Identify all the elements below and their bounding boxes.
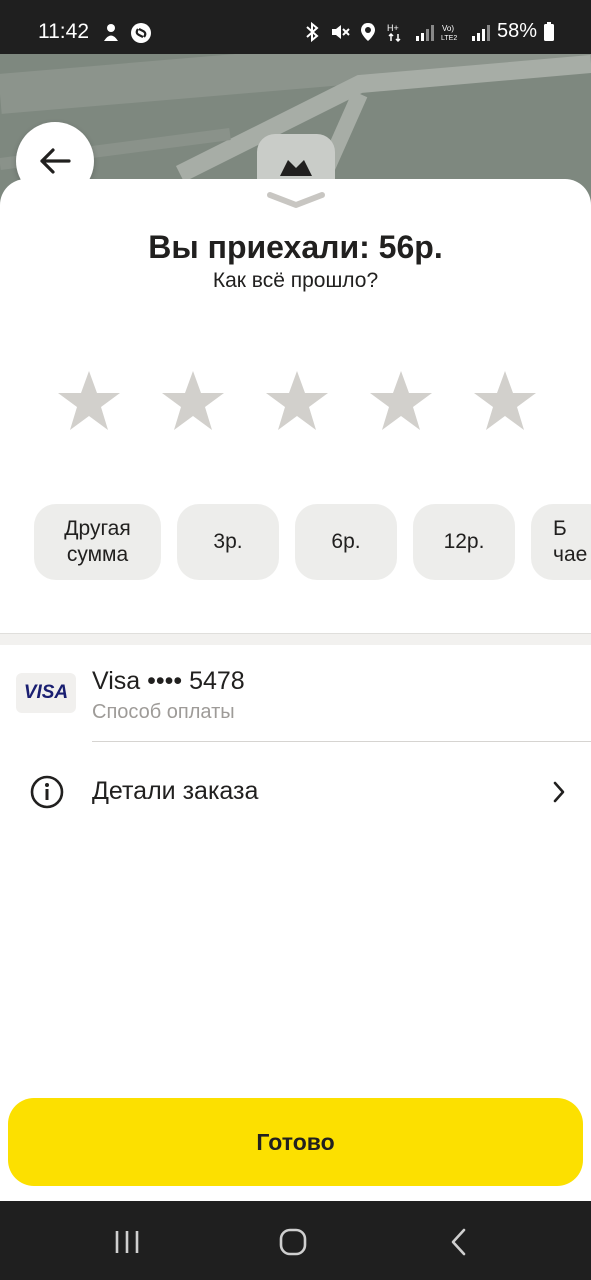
signal-icon	[471, 24, 490, 41]
volte-icon: Vo) LTE2	[441, 24, 457, 42]
order-details-label: Детали заказа	[92, 777, 259, 805]
signal-icon	[415, 24, 434, 41]
order-details-row[interactable]: Детали заказа	[0, 755, 591, 829]
notification-icon	[104, 24, 118, 41]
trip-subtitle: Как всё прошло?	[212, 269, 379, 292]
done-button[interactable]: Готово	[8, 1098, 583, 1186]
tip-chip-no-tip[interactable]: Б чае	[531, 504, 591, 580]
tip-chip-3[interactable]: 3р.	[177, 504, 279, 580]
system-nav-bar	[0, 1201, 591, 1280]
payment-card-title: Visa •••• 5478	[92, 667, 245, 695]
chevron-right-icon	[553, 781, 565, 803]
trip-completed-sheet: Вы приехали: 56р. Как всё прошло? Другая…	[0, 179, 591, 633]
shazam-icon	[131, 23, 151, 43]
star-icon[interactable]	[265, 369, 329, 433]
status-left-icons	[100, 22, 152, 44]
tip-chip-other-amount[interactable]: Другая сумма	[34, 504, 161, 580]
divider	[92, 741, 591, 742]
arrow-left-icon	[40, 148, 71, 174]
payment-method-row[interactable]: VISA Visa •••• 5478 Способ оплаты	[0, 659, 591, 743]
card-brand-label: VISA	[23, 682, 69, 703]
battery-percent: 58%	[496, 20, 537, 42]
tip-chips: Другая сумма 3р. 6р. 12р. Б чае	[34, 504, 591, 580]
car-icon	[280, 160, 312, 176]
tip-chip-6[interactable]: 6р.	[295, 504, 397, 580]
battery-icon	[544, 21, 554, 41]
svg-text:LTE2: LTE2	[441, 35, 457, 42]
info-icon	[30, 775, 64, 809]
location-icon	[360, 22, 375, 41]
star-icon[interactable]	[369, 369, 433, 433]
section-separator	[0, 633, 591, 645]
svg-text:H+: H+	[387, 23, 399, 33]
svg-text:Vo): Vo)	[442, 24, 454, 33]
tip-chip-12[interactable]: 12р.	[413, 504, 515, 580]
trip-title: Вы приехали: 56р.	[148, 229, 443, 265]
star-icon[interactable]	[57, 369, 121, 433]
recent-apps-icon[interactable]	[112, 1227, 142, 1257]
star-icon[interactable]	[473, 369, 537, 433]
payment-method-subtitle: Способ оплаты	[92, 701, 235, 723]
rating-stars	[57, 369, 537, 433]
data-icon: H+	[387, 23, 401, 42]
visa-card-icon: VISA	[16, 673, 76, 713]
home-icon[interactable]	[278, 1227, 308, 1257]
status-right-icons: H+ Vo) LTE2 58%	[301, 20, 555, 43]
sheet-grabber-icon[interactable]	[266, 191, 326, 209]
status-time: 11:42	[38, 20, 89, 43]
status-bar: 11:42 H+ Vo) LTE2 58%	[0, 0, 591, 54]
star-icon[interactable]	[161, 369, 225, 433]
back-nav-icon[interactable]	[444, 1227, 474, 1257]
bluetooth-icon	[306, 21, 319, 42]
mute-icon	[331, 24, 350, 39]
